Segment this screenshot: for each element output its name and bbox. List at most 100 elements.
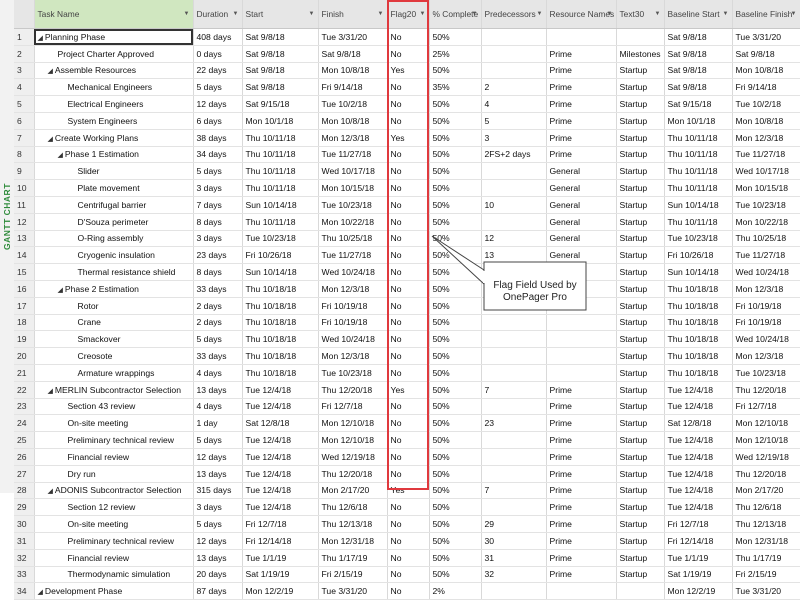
text30-cell[interactable]: Milestones [616, 45, 665, 63]
text30-cell[interactable]: Startup [616, 482, 665, 500]
predecessors-cell[interactable] [481, 62, 547, 80]
baseline-start-cell[interactable]: Thu 10/11/18 [664, 179, 733, 197]
text30-cell[interactable]: Startup [616, 78, 665, 97]
task-name-cell[interactable]: Armature wrappings [34, 364, 194, 382]
resource-names-cell[interactable] [546, 582, 617, 600]
baseline-finish-cell[interactable]: Mon 10/15/18 [732, 179, 800, 197]
predecessors-cell[interactable]: 32 [481, 566, 547, 584]
column-header-baseline-finish[interactable]: Baseline Finish ▼ [732, 0, 800, 29]
baseline-finish-cell[interactable]: Thu 12/6/18 [732, 498, 800, 517]
predecessors-cell[interactable] [481, 347, 547, 365]
baseline-start-cell[interactable]: Thu 10/11/18 [664, 162, 733, 181]
task-name-cell[interactable]: ◢ Phase 2 Estimation [34, 280, 194, 298]
row-number[interactable]: 25 [14, 431, 35, 449]
resource-names-cell[interactable] [546, 330, 617, 349]
row-number[interactable]: 23 [14, 398, 35, 416]
text30-cell[interactable]: Startup [616, 280, 665, 298]
duration-cell[interactable]: 4 days [193, 364, 243, 382]
baseline-start-cell[interactable]: Thu 10/11/18 [664, 129, 733, 147]
text30-cell[interactable]: Startup [616, 532, 665, 550]
row-number[interactable]: 6 [14, 112, 35, 130]
finish-cell[interactable]: Tue 3/31/20 [318, 28, 388, 46]
flag20-cell[interactable]: No [387, 448, 430, 466]
percent-complete-cell[interactable]: 50% [429, 364, 482, 382]
column-header-duration[interactable]: Duration ▼ [193, 0, 243, 29]
task-name-cell[interactable]: Rotor [34, 297, 194, 315]
baseline-finish-cell[interactable]: Mon 10/8/18 [732, 112, 800, 130]
row-number[interactable]: 8 [14, 146, 35, 164]
percent-complete-cell[interactable]: 50% [429, 314, 482, 332]
table-row[interactable]: 1 ◢ Planning Phase 408 days Sat 9/8/18 Tue 3/… [14, 28, 800, 46]
duration-cell[interactable]: 7 days [193, 196, 243, 214]
row-number[interactable]: 24 [14, 414, 35, 433]
flag20-cell[interactable]: No [387, 162, 430, 181]
resource-names-cell[interactable]: Prime [546, 414, 617, 433]
baseline-finish-cell[interactable]: Tue 11/27/18 [732, 246, 800, 265]
table-row[interactable]: 19 Smackover 5 days Thu 10/18/18 Wed 10/24/1… [14, 330, 800, 349]
text30-cell[interactable]: Startup [616, 515, 665, 533]
baseline-finish-cell[interactable]: Sat 9/8/18 [732, 45, 800, 63]
predecessors-cell[interactable]: 3 [481, 129, 547, 147]
baseline-start-cell[interactable]: Sun 10/14/18 [664, 263, 733, 281]
flag20-cell[interactable]: No [387, 45, 430, 63]
start-cell[interactable]: Tue 12/4/18 [242, 448, 319, 466]
baseline-finish-cell[interactable]: Wed 10/24/18 [732, 330, 800, 349]
resource-names-cell[interactable] [546, 28, 617, 46]
start-cell[interactable]: Thu 10/18/18 [242, 330, 319, 349]
column-header-start[interactable]: Start ▼ [242, 0, 319, 29]
row-number[interactable]: 30 [14, 515, 35, 533]
baseline-finish-cell[interactable]: Mon 12/3/18 [732, 347, 800, 365]
baseline-start-cell[interactable]: Sun 10/14/18 [664, 196, 733, 214]
start-cell[interactable]: Thu 10/11/18 [242, 146, 319, 164]
flag20-cell[interactable]: Yes [387, 62, 430, 80]
baseline-start-cell[interactable]: Sat 9/8/18 [664, 28, 733, 46]
table-row[interactable]: 17 Rotor 2 days Thu 10/18/18 Fri 10/19/18 No 5… [14, 297, 800, 315]
resource-names-cell[interactable]: General [546, 162, 617, 181]
text30-cell[interactable]: Startup [616, 330, 665, 349]
start-cell[interactable]: Sat 9/8/18 [242, 62, 319, 80]
resource-names-cell[interactable]: Prime [546, 381, 617, 399]
resource-names-cell[interactable]: Prime [546, 566, 617, 584]
duration-cell[interactable]: 12 days [193, 532, 243, 550]
flag20-cell[interactable]: No [387, 465, 430, 483]
predecessors-cell[interactable]: 30 [481, 532, 547, 550]
duration-cell[interactable]: 1 day [193, 414, 243, 433]
flag20-cell[interactable]: No [387, 196, 430, 214]
row-number[interactable]: 4 [14, 78, 35, 97]
row-number[interactable]: 19 [14, 330, 35, 349]
dropdown-arrow-icon[interactable]: ▼ [184, 11, 190, 17]
start-cell[interactable]: Tue 12/4/18 [242, 465, 319, 483]
duration-cell[interactable]: 12 days [193, 95, 243, 113]
baseline-start-cell[interactable]: Thu 10/18/18 [664, 330, 733, 349]
baseline-finish-cell[interactable]: Tue 10/23/18 [732, 364, 800, 382]
start-cell[interactable]: Fri 10/26/18 [242, 246, 319, 265]
start-cell[interactable]: Sat 9/8/18 [242, 78, 319, 97]
task-name-cell[interactable]: ◢ MERLIN Subcontractor Selection [34, 381, 194, 399]
text30-cell[interactable]: Startup [616, 62, 665, 80]
percent-complete-cell[interactable]: 50% [429, 196, 482, 214]
table-row[interactable]: 11 Centrifugal barrier 7 days Sun 10/14/18 T… [14, 196, 800, 214]
duration-cell[interactable]: 3 days [193, 179, 243, 197]
baseline-finish-cell[interactable]: Wed 12/19/18 [732, 448, 800, 466]
baseline-start-cell[interactable]: Thu 10/11/18 [664, 213, 733, 231]
predecessors-cell[interactable]: 23 [481, 414, 547, 433]
task-name-cell[interactable]: Slider [34, 162, 194, 181]
text30-cell[interactable]: Startup [616, 566, 665, 584]
table-row[interactable]: 23 Section 43 review 4 days Tue 12/4/18 Fri … [14, 398, 800, 416]
task-name-cell[interactable]: Section 12 review [34, 498, 194, 517]
predecessors-cell[interactable] [481, 330, 547, 349]
predecessors-cell[interactable]: 10 [481, 196, 547, 214]
baseline-finish-cell[interactable]: Wed 10/17/18 [732, 162, 800, 181]
baseline-finish-cell[interactable]: Tue 11/27/18 [732, 146, 800, 164]
table-row[interactable]: 18 Crane 2 days Thu 10/18/18 Fri 10/19/18 No 5… [14, 314, 800, 332]
text30-cell[interactable]: Startup [616, 347, 665, 365]
duration-cell[interactable]: 5 days [193, 330, 243, 349]
dropdown-arrow-icon[interactable]: ▼ [607, 11, 613, 17]
text30-cell[interactable]: Startup [616, 314, 665, 332]
table-row[interactable]: 32 Financial review 13 days Tue 1/1/19 Thu 1… [14, 549, 800, 567]
predecessors-cell[interactable]: 12 [481, 230, 547, 248]
start-cell[interactable]: Thu 10/18/18 [242, 347, 319, 365]
duration-cell[interactable]: 2 days [193, 297, 243, 315]
row-number[interactable]: 33 [14, 566, 35, 584]
task-name-cell[interactable]: Section 43 review [34, 398, 194, 416]
